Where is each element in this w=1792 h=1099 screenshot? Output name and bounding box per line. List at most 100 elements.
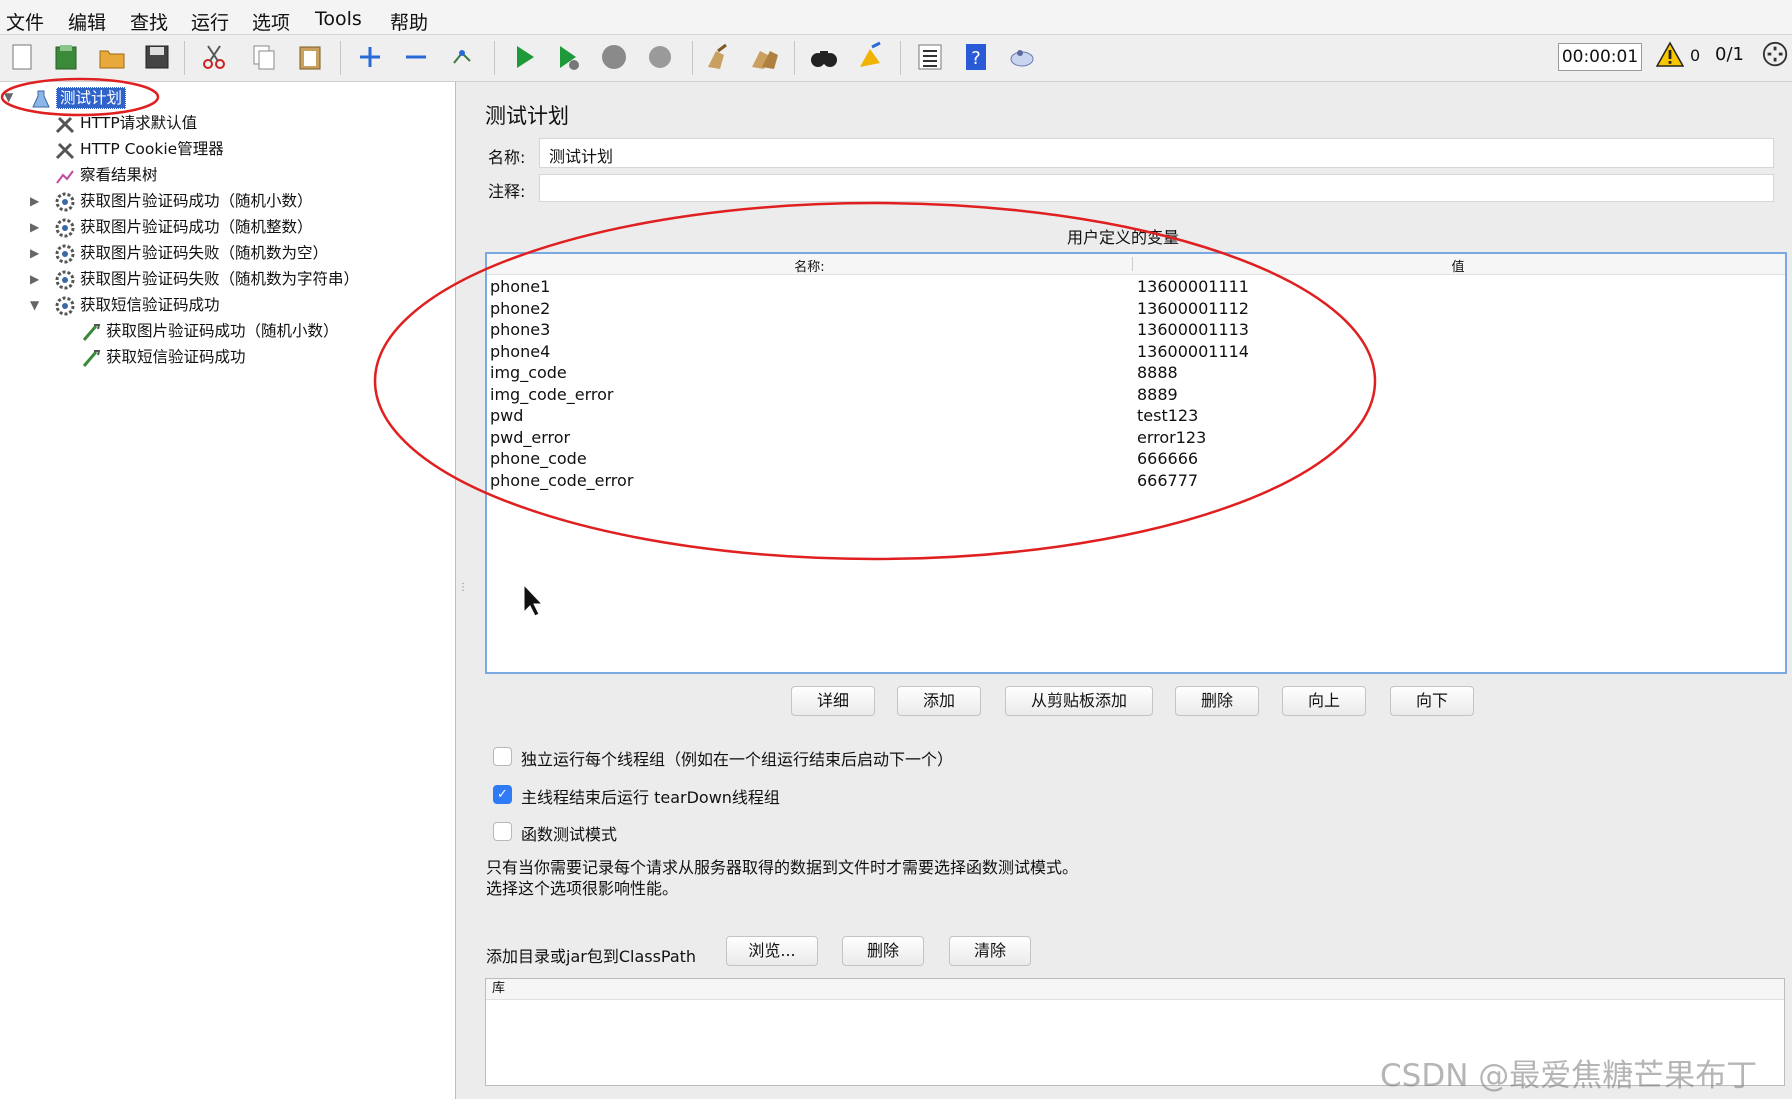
table-row[interactable]: phone4 13600001114	[487, 341, 1785, 363]
user-variables-table[interactable]: 名称: 值 phone1 13600001111 phone2 13600001112…	[485, 252, 1787, 674]
table-row[interactable]: phone_code_error 666777	[487, 470, 1785, 492]
variable-value-cell[interactable]: 13600001113	[1137, 319, 1249, 341]
move-up-button[interactable]: 向上	[1282, 686, 1366, 716]
comment-label: 注释:	[488, 182, 526, 201]
cut-icon[interactable]	[196, 39, 232, 75]
function-helper-icon[interactable]	[912, 39, 948, 75]
stop-icon[interactable]	[596, 39, 632, 75]
variable-value-cell[interactable]: 13600001111	[1137, 276, 1249, 298]
move-down-button[interactable]: 向下	[1390, 686, 1474, 716]
variable-value-cell[interactable]: 666666	[1137, 448, 1198, 470]
help-icon[interactable]: ?	[958, 39, 994, 75]
details-button[interactable]: 详细	[791, 686, 875, 716]
variable-name-cell[interactable]: phone2	[490, 298, 550, 320]
tree-node-thread-group[interactable]: 获取图片验证码成功（随机小数）	[54, 189, 313, 213]
delete-button[interactable]: 删除	[1175, 686, 1259, 716]
open-icon[interactable]	[94, 39, 130, 75]
status-indicator-icon[interactable]	[1762, 41, 1792, 71]
table-row[interactable]: phone2 13600001112	[487, 298, 1785, 320]
table-row[interactable]: pwd test123	[487, 405, 1785, 427]
sampler-icon	[82, 349, 101, 367]
start-no-pauses-icon[interactable]	[550, 39, 586, 75]
expand-toggle-icon[interactable]: ▶	[30, 194, 39, 208]
add-button[interactable]: 添加	[897, 686, 981, 716]
variable-value-cell[interactable]: error123	[1137, 427, 1206, 449]
checkbox-label: 独立运行每个线程组（例如在一个组运行结束后启动下一个）	[521, 750, 954, 769]
library-column-header: 库	[486, 979, 1784, 1000]
template-icon[interactable]	[48, 39, 84, 75]
classpath-delete-button[interactable]: 删除	[842, 936, 924, 966]
table-row[interactable]: img_code 8888	[487, 362, 1785, 384]
new-icon[interactable]	[4, 39, 40, 75]
functional-mode-checkbox[interactable]	[493, 822, 512, 841]
search-icon[interactable]	[806, 39, 842, 75]
tree-node-test-plan[interactable]: 测试计划	[30, 86, 127, 110]
variable-name-cell[interactable]: pwd	[490, 405, 523, 427]
comment-field[interactable]	[539, 174, 1774, 202]
variable-name-cell[interactable]: phone3	[490, 319, 550, 341]
table-row[interactable]: phone1 13600001111	[487, 276, 1785, 298]
table-row[interactable]: phone_code 666666	[487, 448, 1785, 470]
expand-icon[interactable]	[352, 39, 388, 75]
tree-node-results-tree[interactable]: 察看结果树	[54, 163, 158, 187]
remote-icon[interactable]	[1004, 39, 1040, 75]
menu-search[interactable]: 查找	[130, 8, 168, 35]
variable-name-cell[interactable]: phone1	[490, 276, 550, 298]
tree-node-thread-group[interactable]: 获取图片验证码失败（随机数为空）	[54, 241, 328, 265]
tree-node-thread-group[interactable]: 获取短信验证码成功	[54, 293, 220, 317]
variable-name-cell[interactable]: img_code_error	[490, 384, 614, 406]
column-header-value[interactable]: 值	[1133, 256, 1783, 275]
tree-node-cookie-manager[interactable]: HTTP Cookie管理器	[54, 137, 224, 161]
split-pane-divider[interactable]: ⋮	[456, 82, 468, 1099]
variable-value-cell[interactable]: 8888	[1137, 362, 1178, 384]
expand-toggle-icon[interactable]: ▶	[30, 246, 39, 260]
expand-toggle-icon[interactable]: ▶	[30, 272, 39, 286]
menu-run[interactable]: 运行	[191, 8, 229, 35]
name-field[interactable]: 测试计划	[539, 138, 1774, 168]
save-icon[interactable]	[139, 39, 175, 75]
column-header-name[interactable]: 名称:	[487, 256, 1132, 275]
browse-button[interactable]: 浏览...	[726, 936, 818, 966]
variable-name-cell[interactable]: img_code	[490, 362, 567, 384]
tree-node-thread-group[interactable]: 获取图片验证码成功（随机整数）	[54, 215, 313, 239]
menu-tools[interactable]: Tools	[315, 8, 362, 30]
clear-all-icon[interactable]	[746, 39, 782, 75]
variable-value-cell[interactable]: 13600001114	[1137, 341, 1249, 363]
variable-value-cell[interactable]: test123	[1137, 405, 1198, 427]
collapse-icon[interactable]	[398, 39, 434, 75]
reset-search-icon[interactable]	[852, 39, 888, 75]
run-groups-consecutively-checkbox[interactable]	[493, 747, 512, 766]
menu-file[interactable]: 文件	[6, 8, 44, 35]
paste-icon[interactable]	[292, 39, 328, 75]
tree-node-http-defaults[interactable]: HTTP请求默认值	[54, 111, 197, 135]
menu-edit[interactable]: 编辑	[68, 8, 106, 35]
toggle-icon[interactable]	[444, 39, 480, 75]
tree-node-sampler[interactable]: 获取短信验证码成功	[80, 345, 246, 369]
menu-options[interactable]: 选项	[252, 8, 290, 35]
tree-node-thread-group[interactable]: 获取图片验证码失败（随机数为字符串）	[54, 267, 359, 291]
variable-name-cell[interactable]: pwd_error	[490, 427, 570, 449]
menu-help[interactable]: 帮助	[390, 8, 428, 35]
warning-icon[interactable]	[1655, 41, 1685, 71]
clear-icon[interactable]	[700, 39, 736, 75]
collapse-toggle-icon[interactable]: ▼	[4, 90, 13, 104]
variable-value-cell[interactable]: 8889	[1137, 384, 1178, 406]
classpath-clear-button[interactable]: 清除	[949, 936, 1031, 966]
variable-name-cell[interactable]: phone_code_error	[490, 470, 633, 492]
collapse-toggle-icon[interactable]: ▼	[30, 298, 39, 312]
expand-toggle-icon[interactable]: ▶	[30, 220, 39, 234]
copy-icon[interactable]	[246, 39, 282, 75]
add-from-clipboard-button[interactable]: 从剪贴板添加	[1005, 686, 1153, 716]
table-row[interactable]: img_code_error 8889	[487, 384, 1785, 406]
warning-count: 0	[1690, 46, 1701, 65]
start-icon[interactable]	[506, 39, 542, 75]
variable-value-cell[interactable]: 666777	[1137, 470, 1198, 492]
teardown-checkbox[interactable]: ✓	[493, 785, 512, 804]
variable-name-cell[interactable]: phone4	[490, 341, 550, 363]
table-row[interactable]: pwd_error error123	[487, 427, 1785, 449]
table-row[interactable]: phone3 13600001113	[487, 319, 1785, 341]
shutdown-icon[interactable]	[642, 39, 678, 75]
variable-value-cell[interactable]: 13600001112	[1137, 298, 1249, 320]
tree-node-sampler[interactable]: 获取图片验证码成功（随机小数）	[80, 319, 339, 343]
variable-name-cell[interactable]: phone_code	[490, 448, 587, 470]
